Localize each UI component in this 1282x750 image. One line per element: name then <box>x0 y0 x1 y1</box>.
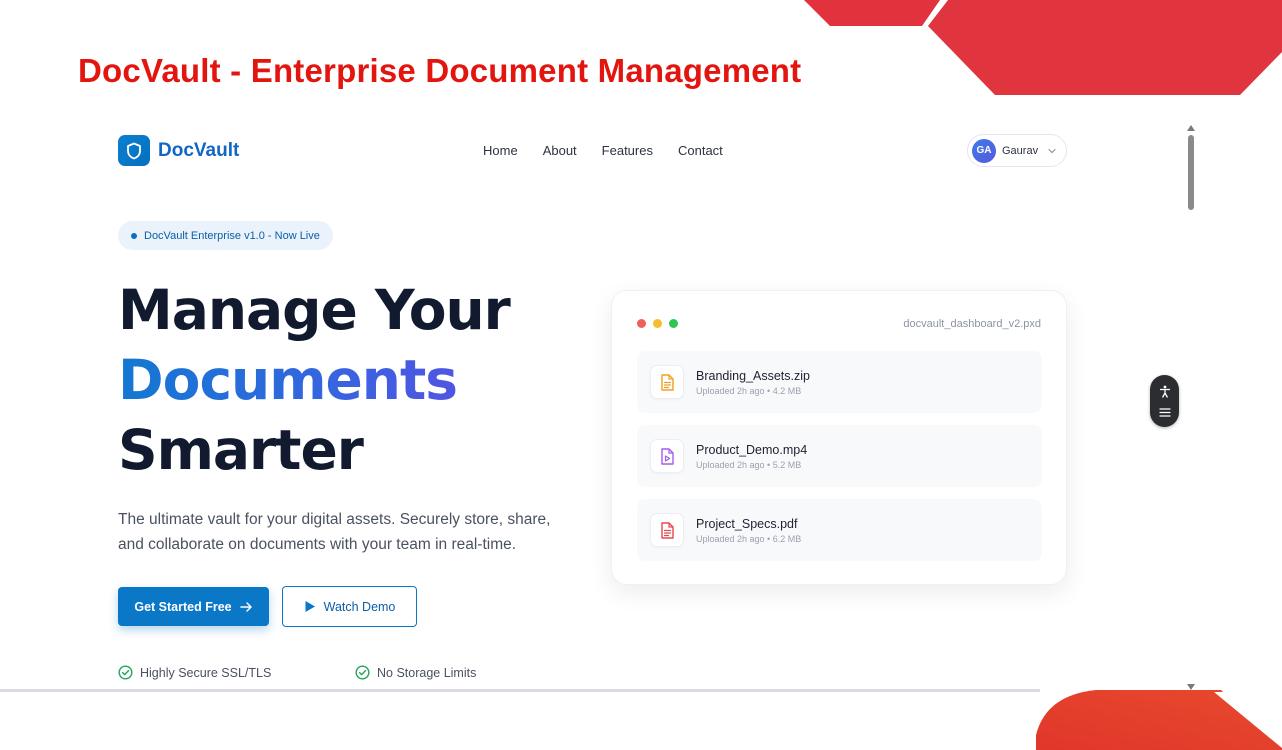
brand-name: DocVault <box>158 139 240 161</box>
window-dot-green <box>669 319 678 328</box>
headline-line-1: Manage Your <box>118 278 511 342</box>
file-name: Project_Specs.pdf <box>696 516 798 531</box>
nav-link-about[interactable]: About <box>543 143 577 158</box>
card-filename: docvault_dashboard_v2.pxd <box>903 318 1041 330</box>
file-meta: Uploaded 2h ago • 6.2 MB <box>696 533 802 544</box>
decorative-red-shape-bottom <box>1036 690 1282 750</box>
file-row[interactable]: Project_Specs.pdf Uploaded 2h ago • 6.2 … <box>637 499 1042 561</box>
slide: DocVault - Enterprise Document Managemen… <box>0 0 1282 750</box>
dashboard-preview-card: docvault_dashboard_v2.pxd Branding_Asset… <box>611 290 1067 585</box>
pdf-file-icon <box>650 513 684 547</box>
feature-item-secure: Highly Secure SSL/TLS <box>118 665 271 680</box>
vertical-scrollbar[interactable] <box>1184 125 1198 690</box>
hero-headline: Manage Your Documents Smarter <box>118 275 511 485</box>
decorative-red-shape-top <box>804 0 1282 95</box>
scroll-down-arrow-icon[interactable] <box>1187 684 1195 690</box>
slide-title: DocVault - Enterprise Document Managemen… <box>78 52 802 89</box>
watch-demo-button[interactable]: Watch Demo <box>282 586 417 627</box>
file-name: Product_Demo.mp4 <box>696 442 808 457</box>
scrollbar-thumb[interactable] <box>1188 135 1194 210</box>
accessibility-icon[interactable] <box>1159 385 1171 398</box>
check-circle-icon <box>355 665 370 680</box>
file-name: Branding_Assets.zip <box>696 368 810 383</box>
document-icon <box>650 365 684 399</box>
feature-label: Highly Secure SSL/TLS <box>140 665 272 680</box>
feature-item-storage: No Storage Limits <box>355 665 476 680</box>
main-nav: Home About Features Contact <box>483 143 723 158</box>
avatar: GA <box>972 138 996 163</box>
menu-icon[interactable] <box>1158 407 1171 418</box>
feature-label: No Storage Limits <box>377 665 477 680</box>
file-meta: Uploaded 2h ago • 5.2 MB <box>696 459 802 470</box>
viewport-bottom-border <box>0 689 1040 692</box>
badge-text: DocVault Enterprise v1.0 - Now Live <box>144 229 320 242</box>
file-row[interactable]: Branding_Assets.zip Uploaded 2h ago • 4.… <box>637 351 1042 413</box>
user-name: Gaurav <box>1002 144 1039 157</box>
nav-link-contact[interactable]: Contact <box>678 143 723 158</box>
brand[interactable]: DocVault <box>118 135 239 166</box>
watch-demo-label: Watch Demo <box>323 599 396 614</box>
user-menu[interactable]: GA Gaurav <box>967 134 1067 167</box>
badge-dot <box>131 232 137 239</box>
headline-line-3: Smarter <box>118 418 364 482</box>
arrow-right-icon <box>239 601 252 612</box>
app-viewport: DocVault Home About Features Contact GA … <box>0 115 1198 690</box>
shield-icon <box>118 135 150 166</box>
get-started-button[interactable]: Get Started Free <box>118 587 269 626</box>
hero-subtext: The ultimate vault for your digital asse… <box>118 511 551 553</box>
chevron-down-icon <box>1048 148 1056 153</box>
window-dot-red <box>637 319 646 328</box>
accessibility-widget[interactable] <box>1150 375 1179 427</box>
window-controls <box>637 319 678 328</box>
headline-line-2: Documents <box>118 345 510 415</box>
get-started-label: Get Started Free <box>134 599 232 614</box>
scroll-up-arrow-icon[interactable] <box>1187 125 1195 131</box>
check-circle-icon <box>118 665 133 680</box>
status-badge: DocVault Enterprise v1.0 - Now Live <box>118 221 333 250</box>
file-row[interactable]: Product_Demo.mp4 Uploaded 2h ago • 5.2 M… <box>637 425 1042 487</box>
play-icon <box>305 601 315 612</box>
file-meta: Uploaded 2h ago • 4.2 MB <box>696 385 802 396</box>
nav-link-home[interactable]: Home <box>483 143 518 158</box>
window-dot-yellow <box>653 319 662 328</box>
video-file-icon <box>650 439 684 473</box>
nav-link-features[interactable]: Features <box>602 143 653 158</box>
